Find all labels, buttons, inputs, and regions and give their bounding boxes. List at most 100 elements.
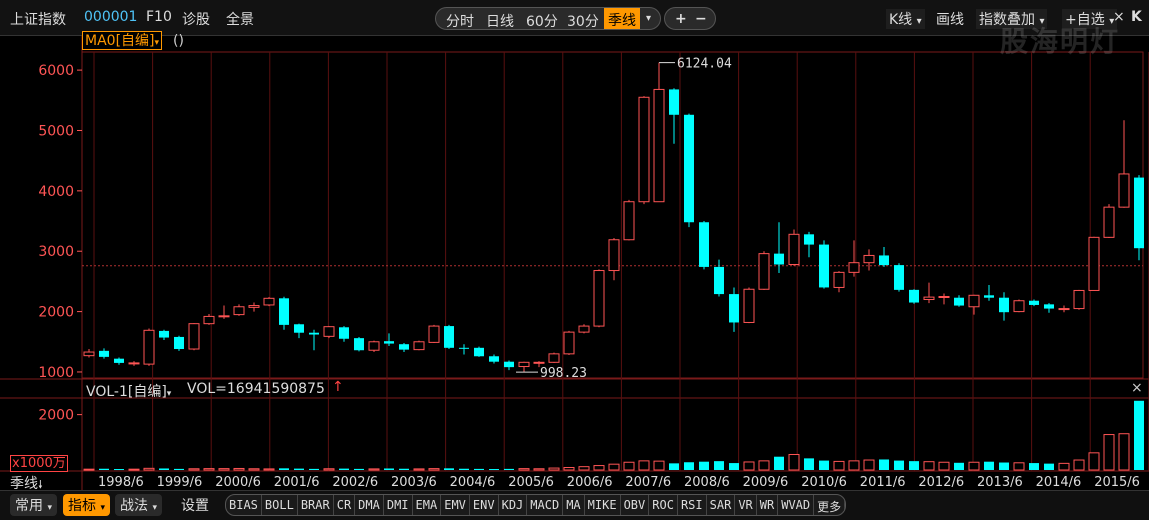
candle[interactable] [984,285,994,301]
candle[interactable] [999,292,1009,321]
indicator-tab-15[interactable]: RSI [678,495,707,515]
candle[interactable] [623,199,635,241]
candle[interactable] [938,293,950,305]
candle[interactable] [894,263,904,292]
indicator-tab-19[interactable]: WVAD [778,495,815,515]
candle[interactable] [413,340,425,351]
tactics-dropdown[interactable]: 战法 ▾ [115,494,162,516]
indicator-tab-2[interactable]: BRAR [298,495,334,515]
candle[interactable] [578,324,590,334]
candle[interactable] [638,96,650,205]
indicator-dropdown[interactable]: 指标 ▾ [63,494,110,516]
candle[interactable] [548,352,560,363]
candle[interactable] [954,295,964,307]
period-tab-intraday[interactable]: 分时 [446,11,474,31]
candle[interactable] [1058,305,1070,313]
candle[interactable] [263,297,275,307]
indicator-tab-6[interactable]: EMA [413,495,442,515]
candle[interactable] [593,269,605,328]
candle[interactable] [428,324,440,343]
candle[interactable] [804,231,814,258]
period-tab-quarterly[interactable]: 季线 [604,8,640,29]
ma-indicator-selector[interactable]: MA0[自编]▾ [82,31,163,50]
indicator-tab-1[interactable]: BOLL [262,495,298,515]
candle[interactable] [368,340,380,353]
indicator-tab-5[interactable]: DMI [384,495,413,515]
settings-button[interactable]: 设置 [176,494,214,516]
indicator-tab-0[interactable]: BIAS [226,495,262,515]
f10-button[interactable]: F10 [146,9,172,25]
period-tab-30min[interactable]: 30分 [567,11,599,31]
candle[interactable] [339,326,349,342]
draw-line-button[interactable]: 画线 [936,9,964,29]
candle[interactable] [608,237,620,281]
candle[interactable] [1134,175,1144,261]
candle[interactable] [459,344,469,355]
panorama-button[interactable]: 全景 [226,9,254,29]
candle[interactable] [909,289,919,304]
indicator-tab-3[interactable]: CR [334,495,356,515]
close-icon[interactable]: × [1131,380,1143,396]
candle[interactable] [474,346,484,357]
candle[interactable] [174,335,184,351]
diagnose-button[interactable]: 诊股 [182,9,210,29]
indicator-tab-18[interactable]: WR [757,495,779,515]
indicator-tab-16[interactable]: SAR [707,495,736,515]
candle[interactable] [444,324,454,350]
indicator-tab-13[interactable]: OBV [621,495,650,515]
zoom-in-button[interactable]: + [675,11,687,27]
zoom-out-button[interactable]: − [695,11,707,27]
candle[interactable] [83,349,95,358]
candle[interactable] [99,348,109,359]
candle[interactable] [758,251,770,290]
candle[interactable] [669,88,679,144]
candle[interactable] [188,323,200,351]
candle[interactable] [653,62,665,203]
indicator-tab-11[interactable]: MA [563,495,585,515]
indicator-tab-12[interactable]: MIKE [585,495,621,515]
candle[interactable] [504,360,514,371]
candle[interactable] [848,240,860,277]
kline-dropdown[interactable]: K线 ▾ [886,9,925,29]
candle[interactable] [323,326,335,339]
candle[interactable] [1044,303,1054,313]
candle[interactable] [248,302,260,312]
candle[interactable] [1073,289,1085,310]
candle[interactable] [218,305,230,319]
candle[interactable] [384,333,394,347]
candle[interactable] [968,294,980,315]
candle[interactable] [923,282,935,304]
indicator-tab-10[interactable]: MACD [527,495,564,515]
candle[interactable] [1118,120,1130,208]
candle[interactable] [1103,204,1115,238]
candle[interactable] [563,330,575,356]
candle[interactable] [143,328,155,366]
candle[interactable] [1013,299,1025,313]
candle[interactable] [233,304,245,316]
candle[interactable] [743,287,755,324]
period-tab-daily[interactable]: 日线 [486,11,514,31]
indicator-tab-17[interactable]: VR [735,495,757,515]
candle[interactable] [684,113,694,228]
price-candles[interactable] [83,62,1144,373]
candle[interactable] [833,271,845,293]
common-dropdown[interactable]: 常用 ▾ [10,494,57,516]
collapse-icon[interactable]: K [1131,9,1142,25]
candle[interactable] [399,342,409,353]
candle[interactable] [699,221,709,270]
candle[interactable] [279,296,289,330]
candle[interactable] [114,357,124,365]
indicator-tab-9[interactable]: KDJ [499,495,528,515]
candle[interactable] [1029,299,1039,307]
candle[interactable] [1088,236,1100,291]
candle[interactable] [309,329,319,351]
candle[interactable] [159,329,169,340]
candle[interactable] [863,249,875,271]
indicator-tab-4[interactable]: DMA [355,495,384,515]
indicator-tab-20[interactable]: 更多 [814,495,846,515]
indicator-tab-8[interactable]: ENV [470,495,499,515]
candle[interactable] [203,314,215,325]
candle[interactable] [819,240,829,289]
candle[interactable] [729,287,739,332]
chevron-down-icon[interactable]: ▾ [646,13,651,24]
